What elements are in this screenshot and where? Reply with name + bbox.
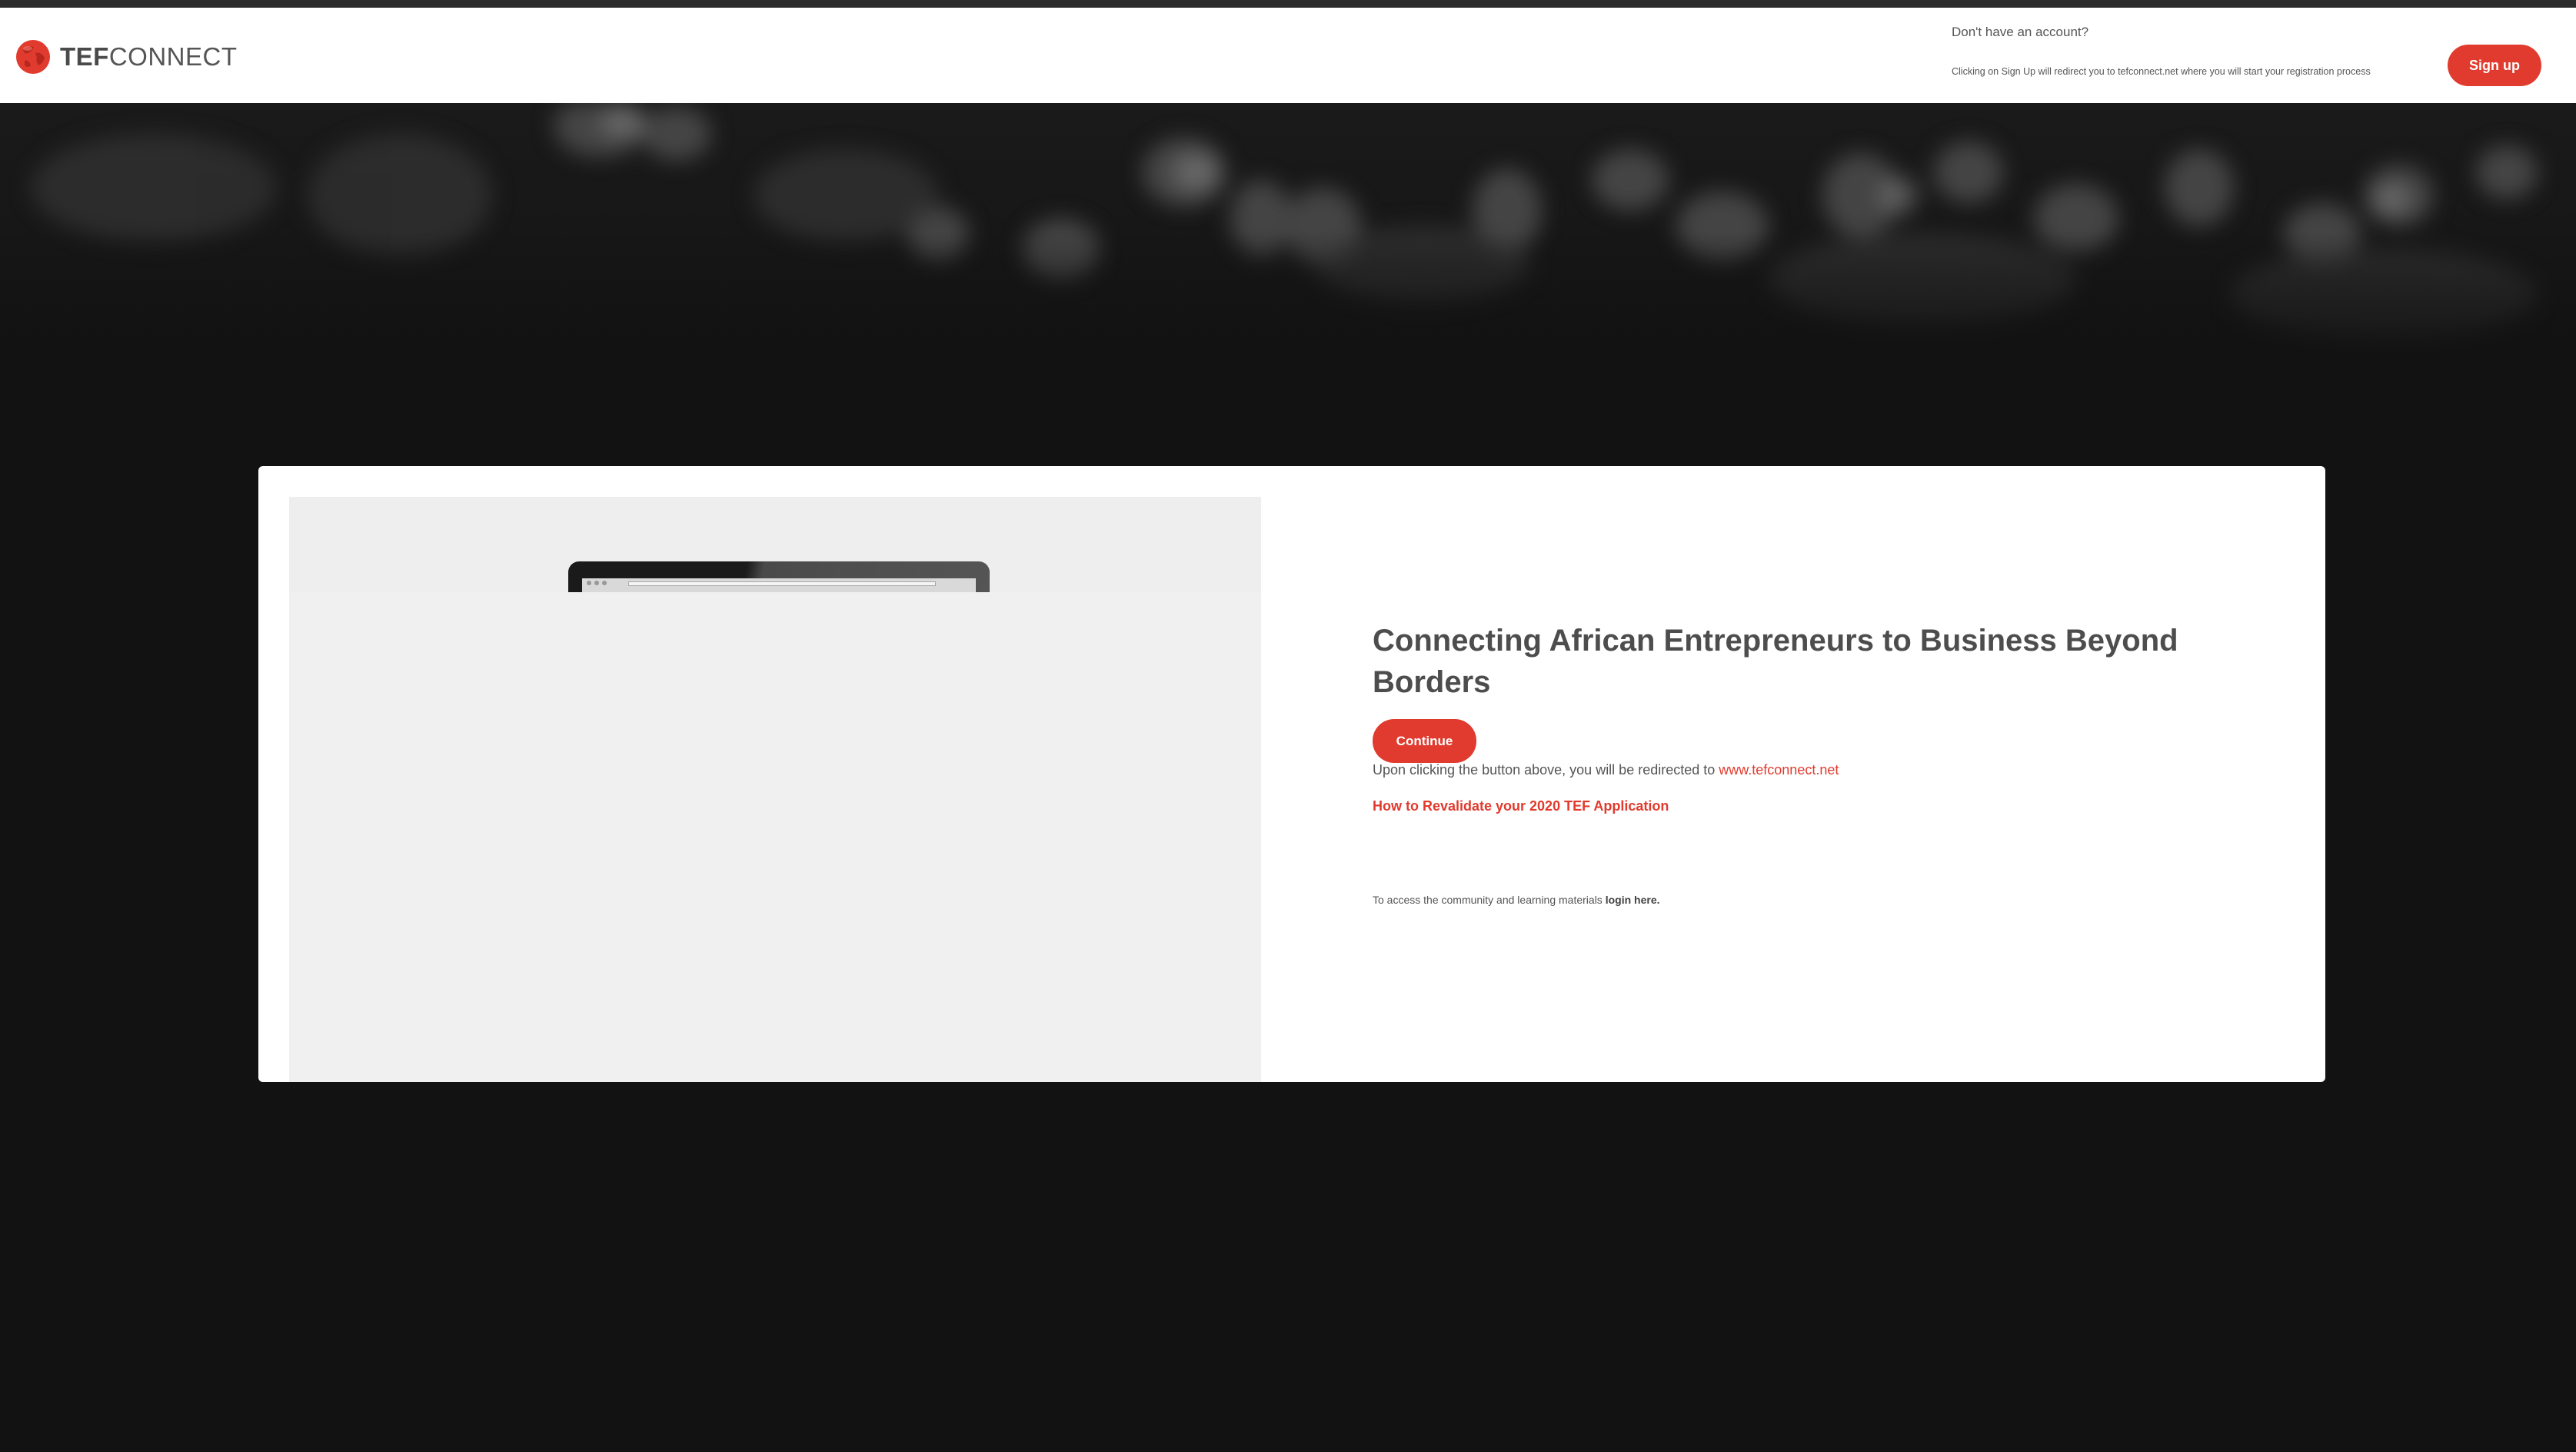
tefconnect-logo[interactable]: TEFCONNECT [15,34,238,80]
site-header: TEFCONNECT Don't have an account? Clicki… [0,8,2576,103]
media-lower-area [289,592,1261,1082]
signup-button[interactable]: Sign up [2448,45,2541,86]
hero-fade-overlay [0,103,2576,388]
community-access-text: To access the community and learning mat… [1373,894,1660,906]
revalidate-application-link[interactable]: How to Revalidate your 2020 TEF Applicat… [1373,798,1669,814]
tefconnect-link[interactable]: www.tefconnect.net [1719,762,1839,778]
signup-prompt: Don't have an account? [1952,25,2088,40]
login-link[interactable]: login here. [1606,894,1660,906]
landing-card: Connecting African Entrepreneurs to Busi… [258,466,2325,1082]
redirect-info: Upon clicking the button above, you will… [1373,762,1839,778]
globe-icon [16,40,50,74]
page-headline: Connecting African Entrepreneurs to Busi… [1373,624,2178,699]
laptop-image [568,561,990,594]
logo-wordmark: TEFCONNECT [60,42,238,71]
top-strip [0,0,2576,8]
hero-banner [0,103,2576,388]
browser-address-bar [628,581,936,586]
continue-button[interactable]: Continue [1373,719,1476,763]
card-image [289,497,1261,1082]
no-account-text: Don't have an account? [1952,25,2089,39]
redirect-info-text: Upon clicking the button above, you will… [1373,762,1719,778]
access-info-text: To access the community and learning mat… [1373,894,1606,906]
browser-window-controls [587,581,617,587]
signup-redirect-note: Clicking on Sign Up will redirect you to… [1952,66,2371,77]
laptop-screen [582,578,976,594]
